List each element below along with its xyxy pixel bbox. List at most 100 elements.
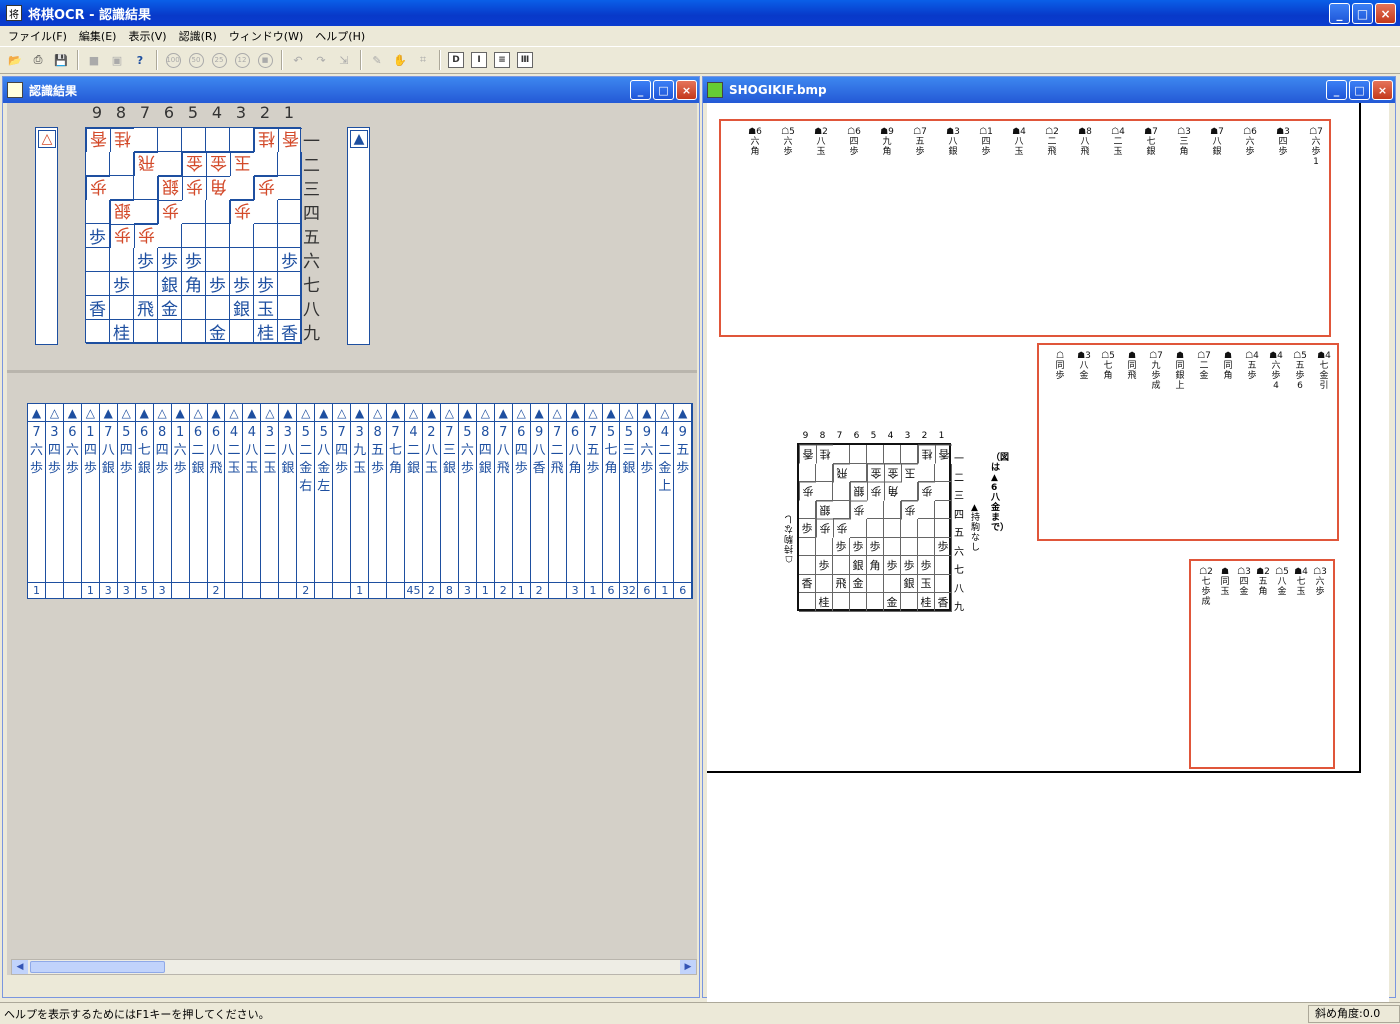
- board-square[interactable]: 歩: [86, 176, 110, 200]
- open-folder-icon[interactable]: 📂: [4, 49, 26, 71]
- columns-icon[interactable]: Ⅲ: [517, 52, 533, 68]
- board-square[interactable]: [254, 224, 278, 248]
- board-square[interactable]: [182, 128, 206, 152]
- rotate-right-icon[interactable]: ↷: [310, 49, 332, 71]
- move-column[interactable]: △ 1四歩 1: [81, 404, 100, 598]
- move-column[interactable]: ▲ 9八香 2: [530, 404, 549, 598]
- close-button[interactable]: ×: [1375, 3, 1396, 24]
- board-square[interactable]: 銀: [230, 296, 254, 320]
- board-square[interactable]: [278, 152, 302, 176]
- board-square[interactable]: [86, 272, 110, 296]
- board-square[interactable]: [278, 272, 302, 296]
- board-square[interactable]: [206, 248, 230, 272]
- board-square[interactable]: [182, 200, 206, 224]
- board-square[interactable]: [230, 176, 254, 200]
- board-square[interactable]: [182, 320, 206, 344]
- board-square[interactable]: 銀: [158, 272, 182, 296]
- move-column[interactable]: △ 8五歩: [369, 404, 388, 598]
- board-square[interactable]: [86, 152, 110, 176]
- board-square[interactable]: [230, 128, 254, 152]
- board-square[interactable]: 歩: [134, 224, 158, 248]
- frame-icon[interactable]: ▣: [106, 49, 128, 71]
- menu-window[interactable]: ウィンドウ(W): [223, 28, 309, 44]
- board-square[interactable]: [110, 248, 134, 272]
- menu-help[interactable]: ヘルプ(H): [309, 28, 371, 44]
- hand-icon[interactable]: ✋: [389, 49, 411, 71]
- board-square[interactable]: 歩: [134, 248, 158, 272]
- board-square[interactable]: [278, 200, 302, 224]
- i-icon[interactable]: I: [471, 52, 487, 68]
- move-column[interactable]: ▲ 1六歩: [171, 404, 190, 598]
- board-square[interactable]: [158, 152, 182, 176]
- menu-edit[interactable]: 編集(E): [73, 28, 123, 44]
- minimize-button[interactable]: _: [630, 80, 651, 100]
- maximize-button[interactable]: □: [1349, 80, 1370, 100]
- crop-icon[interactable]: ⌗: [412, 49, 434, 71]
- move-list[interactable]: ▲ 7六歩 1 △ 3四歩 ▲ 6六歩 △ 1四歩 1 ▲ 7八銀 3 △ 5四歩 3 ▲ 6七銀 5 △ 8四歩 3 ▲ 1…: [27, 403, 693, 599]
- board-square[interactable]: 歩: [230, 272, 254, 296]
- move-column[interactable]: ▲ 3九玉 1: [351, 404, 370, 598]
- board-square[interactable]: 歩: [110, 272, 134, 296]
- shogi-board[interactable]: 香桂桂香飛金金玉歩銀歩角歩銀歩歩歩歩歩歩歩歩歩歩銀角歩歩歩香飛金銀玉桂金桂香: [85, 127, 302, 344]
- move-column[interactable]: ▲ 6八飛 2: [207, 404, 226, 598]
- move-column[interactable]: △ 3四歩: [45, 404, 64, 598]
- board-square[interactable]: 桂: [254, 128, 278, 152]
- board-square[interactable]: [134, 272, 158, 296]
- board-square[interactable]: 歩: [230, 200, 254, 224]
- board-square[interactable]: [278, 296, 302, 320]
- board-square[interactable]: [230, 320, 254, 344]
- recognition-region-2[interactable]: ☗4七金引 ☖5五歩6 ☗4六歩4 ☖4五歩 ☗同角 ☖7二金 ☗同銀上 ☖7九歩成 ☗同飛 ☖5…: [1037, 343, 1339, 541]
- move-column[interactable]: △ 7二飛: [548, 404, 567, 598]
- board-square[interactable]: 歩: [158, 200, 182, 224]
- move-column[interactable]: △ 3二玉: [261, 404, 280, 598]
- move-column[interactable]: ▲ 6六歩: [63, 404, 82, 598]
- board-square[interactable]: 玉: [254, 296, 278, 320]
- print-icon[interactable]: ⎙: [27, 49, 49, 71]
- move-column[interactable]: △ 5四歩 3: [117, 404, 136, 598]
- move-column[interactable]: ▲ 5七角 6: [602, 404, 621, 598]
- move-column[interactable]: ▲ 9六歩 6: [638, 404, 657, 598]
- gote-hand[interactable]: △: [35, 127, 58, 345]
- move-column[interactable]: ▲ 5八金左: [315, 404, 334, 598]
- save-icon[interactable]: 💾: [50, 49, 72, 71]
- board-square[interactable]: 歩: [158, 248, 182, 272]
- move-column[interactable]: ▲ 3八銀: [279, 404, 298, 598]
- board-square[interactable]: 玉: [230, 152, 254, 176]
- board-square[interactable]: [278, 176, 302, 200]
- move-column[interactable]: △ 7四歩: [333, 404, 352, 598]
- board-square[interactable]: [206, 224, 230, 248]
- board-square[interactable]: [134, 128, 158, 152]
- move-column[interactable]: ▲ 9五歩 6: [674, 404, 693, 598]
- stop-icon[interactable]: ■: [83, 49, 105, 71]
- board-square[interactable]: [134, 320, 158, 344]
- board-square[interactable]: [206, 296, 230, 320]
- scroll-left-icon[interactable]: ◀: [12, 960, 28, 974]
- board-square[interactable]: 歩: [86, 224, 110, 248]
- sente-hand[interactable]: ▲: [347, 127, 370, 345]
- board-square[interactable]: 銀: [158, 176, 182, 200]
- move-column[interactable]: △ 4二玉: [225, 404, 244, 598]
- recognition-region-3[interactable]: ☖3六歩 ☗4七玉 ☖5八金 ☗2五角 ☖3四金 ☗同玉 ☖2七歩成: [1189, 559, 1335, 769]
- board-square[interactable]: 飛: [134, 296, 158, 320]
- board-square[interactable]: 歩: [206, 272, 230, 296]
- board-square[interactable]: [230, 224, 254, 248]
- board-square[interactable]: [110, 176, 134, 200]
- pencil-icon[interactable]: ✎: [366, 49, 388, 71]
- scroll-thumb[interactable]: [30, 961, 165, 973]
- board-square[interactable]: [110, 296, 134, 320]
- move-column[interactable]: ▲ 7八飛 2: [494, 404, 513, 598]
- move-column[interactable]: ▲ 7六歩 1: [28, 404, 46, 598]
- board-square[interactable]: [134, 200, 158, 224]
- board-square[interactable]: 香: [278, 128, 302, 152]
- board-square[interactable]: [254, 152, 278, 176]
- board-square[interactable]: [206, 128, 230, 152]
- board-square[interactable]: [158, 224, 182, 248]
- board-square[interactable]: [158, 320, 182, 344]
- move-column[interactable]: △ 6二銀: [189, 404, 208, 598]
- help-icon[interactable]: ?: [129, 49, 151, 71]
- move-column[interactable]: △ 6四歩 1: [512, 404, 531, 598]
- board-square[interactable]: 歩: [110, 224, 134, 248]
- menu-recognize[interactable]: 認識(R): [173, 28, 223, 44]
- maximize-button[interactable]: □: [653, 80, 674, 100]
- move-column[interactable]: △ 4二金上 1: [656, 404, 675, 598]
